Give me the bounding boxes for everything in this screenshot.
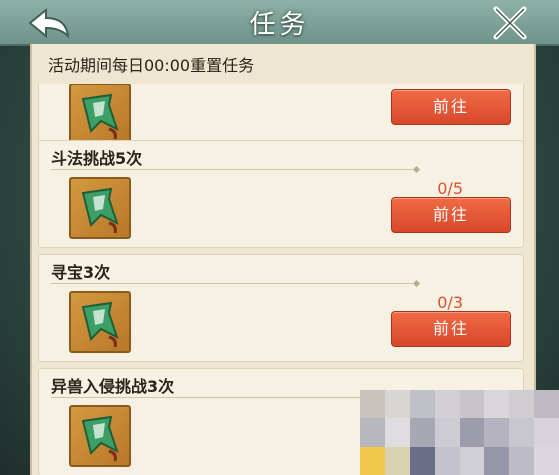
reward-item[interactable] [69,405,131,467]
task-progress: 0/3 [437,293,463,312]
reward-item[interactable] [69,291,131,353]
task-card: 寻宝3次 0/3 前往 [38,254,524,362]
green-banner-icon [81,415,119,462]
pixelated-watermark [360,390,559,475]
reset-notice-text: 活动期间每日00:00重置任务 [48,56,255,75]
task-title: 斗法挑战5次 [51,149,143,168]
go-button[interactable]: 前往 [391,89,511,125]
close-button[interactable] [488,5,532,41]
reward-item[interactable] [69,83,131,145]
go-button[interactable]: 前往 [391,197,511,233]
crossed-swords-close-icon [493,6,527,40]
game-screen: 任务 活动期间每日00:00重置任务 前往 活动期间 [0,0,559,475]
green-banner-icon [81,301,119,348]
task-title: 异兽入侵挑战3次 [51,377,175,396]
reward-item[interactable] [69,177,131,239]
task-progress: 0/5 [437,179,463,198]
go-button[interactable]: 前往 [391,311,511,347]
task-title: 寻宝3次 [51,263,111,282]
title-bar: 任务 [0,0,559,46]
task-card: 斗法挑战5次 0/5 前往 [38,140,524,248]
green-banner-icon [81,93,119,140]
divider [51,397,413,398]
divider [51,283,413,284]
page-title: 任务 [249,10,310,40]
green-banner-icon [81,187,119,234]
divider [51,169,413,170]
notice-bar: 活动期间每日00:00重置任务 [32,44,534,84]
